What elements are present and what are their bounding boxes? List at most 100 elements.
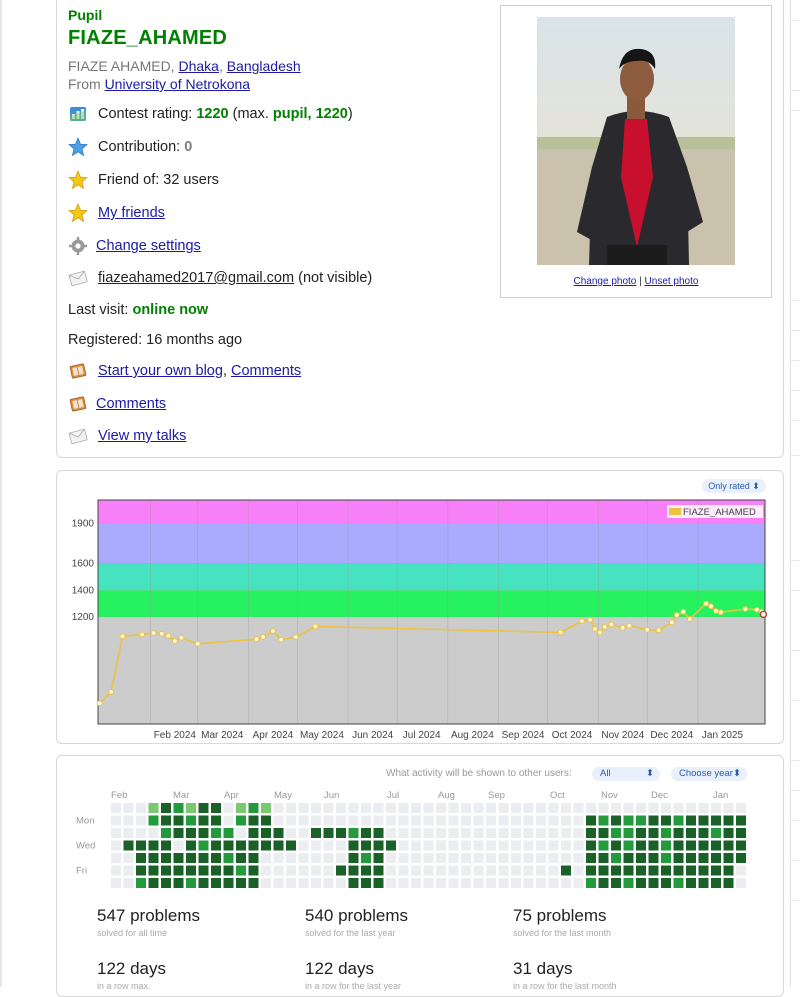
heatmap-cell (161, 853, 171, 863)
unset-photo-link[interactable]: Unset photo (645, 276, 699, 287)
rating-point[interactable] (150, 630, 157, 636)
sidebar-divider (791, 760, 800, 761)
contribution-value: 0 (184, 139, 193, 155)
rating-point[interactable] (717, 609, 724, 616)
rating-point[interactable] (592, 626, 598, 632)
heatmap-cell (136, 853, 146, 863)
heatmap-cell (361, 853, 371, 863)
heatmap-cell (573, 865, 584, 876)
rating-point[interactable] (557, 629, 564, 636)
rating-point[interactable] (680, 608, 687, 615)
view-talks-link[interactable]: View my talks (98, 428, 186, 444)
change-photo-link[interactable]: Change photo (574, 276, 637, 287)
heatmap-cell (123, 878, 134, 888)
organization-link[interactable]: University of Netrokona (105, 76, 251, 92)
rating-point[interactable] (165, 632, 172, 639)
heatmap-cell (161, 840, 171, 851)
my-friends-link[interactable]: My friends (98, 205, 165, 221)
stat-value: 122 days (305, 959, 374, 978)
email-address[interactable]: fiazeahamed2017@gmail.com (98, 270, 294, 286)
heatmap-cell (536, 878, 546, 888)
heatmap-cell (723, 840, 734, 851)
heatmap-cell (286, 803, 296, 813)
rating-point[interactable] (579, 618, 585, 624)
rating-point[interactable] (194, 640, 201, 647)
heatmap-cell (336, 840, 346, 851)
rating-point[interactable] (96, 700, 103, 707)
heatmap-cell (511, 815, 521, 826)
heatmap-cell (198, 840, 209, 851)
rating-point[interactable] (108, 689, 114, 695)
change-settings-link[interactable]: Change settings (96, 238, 201, 254)
comments-link[interactable]: Comments (231, 363, 301, 379)
rating-point[interactable] (686, 616, 693, 622)
heatmap-day-label: Fri (76, 866, 87, 877)
heatmap-cell (198, 865, 209, 876)
heatmap-cell (661, 815, 671, 826)
heatmap-cell (173, 803, 184, 813)
stat-value: 547 problems (97, 906, 201, 925)
stat-caption: in a row max. (97, 981, 151, 991)
rating-point[interactable] (708, 603, 714, 610)
rating-point[interactable] (119, 633, 126, 640)
rating-point[interactable] (668, 619, 675, 626)
heatmap-cell (423, 853, 434, 863)
star-blue-icon (68, 137, 88, 157)
rating-point[interactable] (608, 621, 615, 628)
rating-point[interactable] (139, 631, 146, 638)
city-link[interactable]: Dhaka (178, 58, 218, 74)
rating-point[interactable] (253, 636, 260, 642)
only-rated-toggle[interactable]: Only rated ⬍ (702, 479, 766, 493)
comments-link-2[interactable]: Comments (96, 396, 166, 412)
heatmap-cell (186, 815, 196, 826)
rating-point[interactable] (178, 634, 185, 641)
rating-point[interactable] (171, 638, 178, 644)
last-visit-status: online now (132, 302, 209, 318)
rating-point[interactable] (158, 630, 165, 637)
x-tick-label: May 2024 (300, 730, 344, 740)
rating-point[interactable] (312, 623, 319, 630)
rating-point[interactable] (655, 627, 662, 634)
heatmap-cell (498, 803, 509, 813)
sidebar-divider (791, 900, 800, 901)
rating-point[interactable] (713, 608, 719, 614)
rating-point[interactable] (644, 626, 651, 633)
heatmap-cell (373, 840, 384, 851)
heatmap-cell (686, 878, 696, 888)
rating-point[interactable] (601, 624, 608, 630)
stat-value: 540 problems (305, 906, 409, 925)
rating-point[interactable] (278, 636, 284, 643)
heatmap-cell (261, 878, 271, 888)
x-tick-label: Sep 2024 (502, 730, 545, 740)
rating-point[interactable] (703, 600, 710, 607)
rating-point[interactable] (753, 606, 760, 613)
heatmap-cell (273, 865, 284, 876)
visibility-select[interactable]: All ⬍ (592, 767, 660, 781)
start-blog-link[interactable]: Start your own blog (98, 363, 223, 379)
heatmap-cell (273, 803, 284, 813)
heatmap-cell (486, 815, 496, 826)
heatmap-cell (386, 865, 396, 876)
stat-value: 31 days (513, 959, 573, 978)
rating-point[interactable] (626, 622, 633, 629)
rating-point[interactable] (742, 606, 749, 612)
rating-point[interactable] (260, 634, 267, 640)
registered-row: Registered: 16 months ago (68, 332, 243, 348)
rating-point[interactable] (270, 628, 276, 634)
heatmap-cell (373, 853, 384, 863)
heatmap-cell (586, 878, 596, 888)
heatmap-cell (461, 878, 471, 888)
rating-point[interactable] (619, 624, 626, 631)
rating-point[interactable] (673, 612, 680, 618)
heatmap-cell (298, 853, 309, 863)
rating-point[interactable] (292, 634, 299, 640)
rating-point[interactable] (596, 629, 603, 636)
heatmap-cell (161, 803, 171, 813)
user-organization: From University of Netrokona (68, 76, 251, 92)
rating-point[interactable] (759, 610, 768, 619)
rating-point[interactable] (587, 616, 593, 623)
country-link[interactable]: Bangladesh (227, 58, 301, 74)
heatmap-cell (661, 803, 671, 813)
heatmap-cell (373, 828, 384, 838)
year-select[interactable]: Choose year ⬍ (671, 767, 747, 781)
